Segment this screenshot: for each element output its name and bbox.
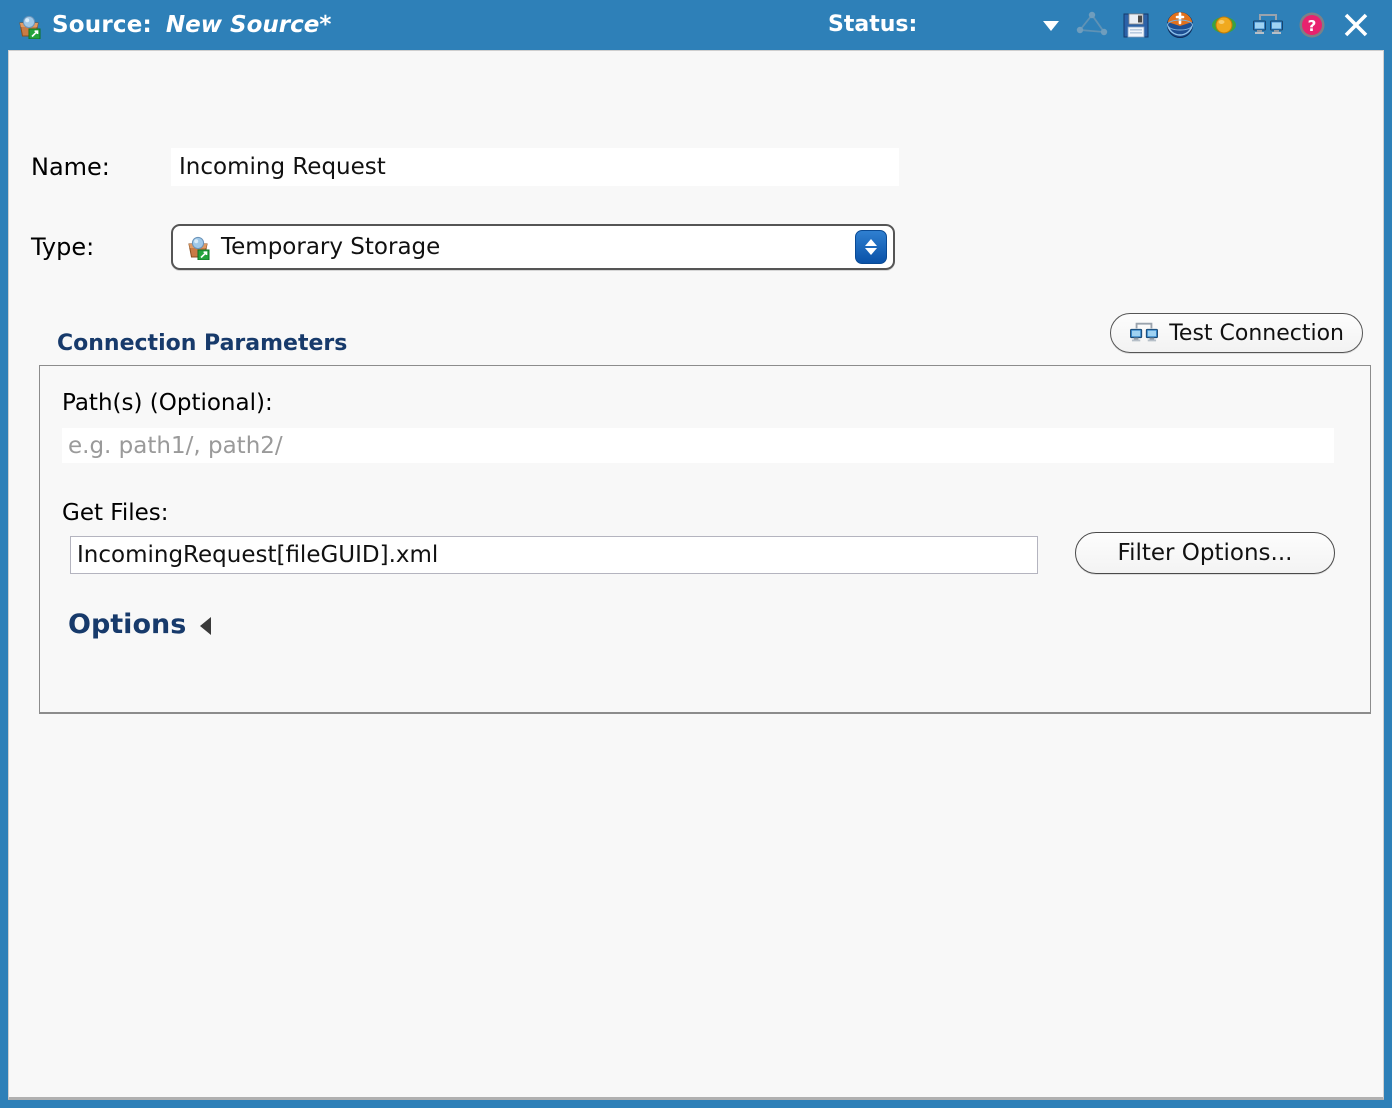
orange-sphere-refresh-icon[interactable] (1202, 5, 1246, 45)
close-icon[interactable] (1334, 5, 1378, 45)
svg-text:?: ? (1308, 17, 1317, 35)
test-connection-button-icon (1129, 320, 1159, 346)
options-disclosure[interactable]: Options (68, 609, 211, 640)
filter-options-button-label: Filter Options... (1118, 540, 1293, 566)
titlebar: Source: New Source* Status: (0, 0, 1392, 50)
connection-parameters-group: Path(s) (Optional): Get Files: Filter Op… (39, 365, 1371, 714)
source-editor-window: Source: New Source* Status: (0, 0, 1392, 1108)
type-select-value: Temporary Storage (221, 234, 440, 260)
test-connection-icon[interactable] (1246, 5, 1290, 45)
paths-input[interactable] (62, 428, 1334, 463)
source-form-panel: Name: Type: Temporary Storage (8, 50, 1384, 1100)
help-question-icon[interactable]: ? (1290, 5, 1334, 45)
name-row: Name: (31, 147, 911, 187)
chevron-left-icon[interactable] (200, 617, 211, 635)
status-dropdown-arrow-icon[interactable] (1032, 5, 1070, 45)
type-select[interactable]: Temporary Storage (171, 224, 895, 270)
filter-options-button[interactable]: Filter Options... (1075, 532, 1335, 574)
deploy-globe-icon[interactable] (1158, 5, 1202, 45)
type-row: Type: Temporary Storage (31, 223, 911, 271)
name-label: Name: (31, 153, 171, 181)
paths-label: Path(s) (Optional): (62, 390, 273, 416)
titlebar-label: Source: (52, 12, 152, 38)
temporary-storage-icon (185, 234, 211, 260)
titlebar-toolbar: ? (1032, 5, 1378, 45)
name-input[interactable] (171, 148, 899, 186)
get-files-label: Get Files: (62, 500, 169, 526)
test-connection-button[interactable]: Test Connection (1110, 313, 1363, 353)
test-connection-button-label: Test Connection (1169, 321, 1344, 346)
save-disk-icon[interactable] (1114, 5, 1158, 45)
connection-parameters-heading: Connection Parameters (57, 331, 347, 356)
graph-network-icon[interactable] (1070, 5, 1114, 45)
type-stepper-icon[interactable] (855, 230, 887, 264)
status-label: Status: (828, 12, 917, 37)
titlebar-document-name: New Source* (166, 12, 331, 38)
source-bucket-icon (16, 13, 42, 39)
type-label: Type: (31, 233, 171, 261)
get-files-input[interactable] (70, 536, 1038, 574)
options-heading: Options (68, 609, 186, 640)
